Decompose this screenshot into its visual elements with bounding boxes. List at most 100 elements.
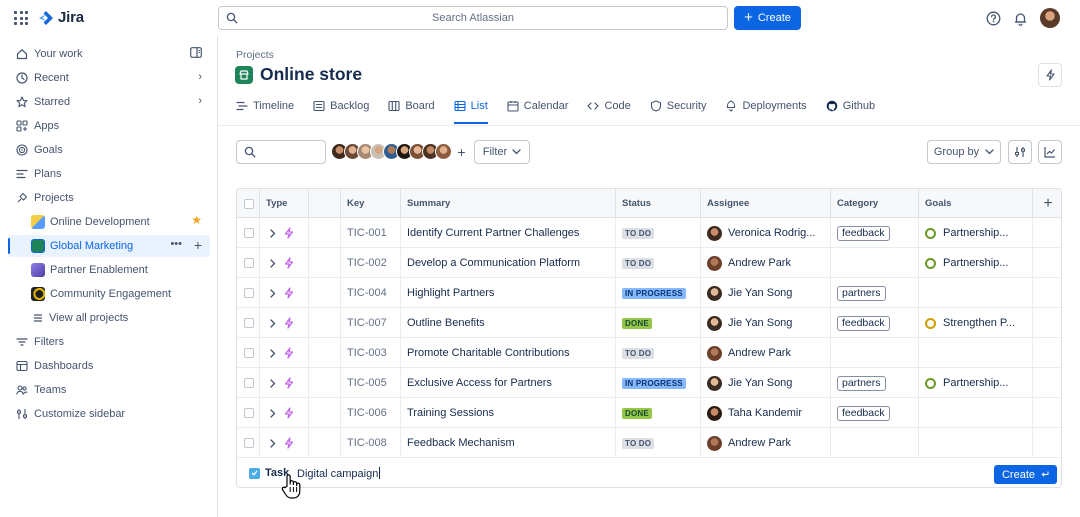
- sidebar-project-online-development[interactable]: Online Development ★: [8, 211, 210, 233]
- tab-github[interactable]: Github: [826, 96, 885, 116]
- category-cell[interactable]: partners: [831, 368, 919, 398]
- tab-list[interactable]: List: [453, 96, 498, 124]
- add-column-button[interactable]: +: [1033, 189, 1061, 218]
- column-header-goals[interactable]: Goals: [919, 189, 1033, 218]
- notifications-icon[interactable]: [1013, 11, 1028, 26]
- inline-create-button[interactable]: Create: [994, 465, 1057, 484]
- issue-summary[interactable]: Exclusive Access for Partners: [401, 368, 616, 398]
- sidebar-item-starred[interactable]: Starred ›: [8, 91, 210, 113]
- tab-calendar[interactable]: Calendar: [507, 96, 579, 116]
- issue-summary[interactable]: Training Sessions: [401, 398, 616, 428]
- issue-summary[interactable]: Identify Current Partner Challenges: [401, 218, 616, 248]
- assignee-cell[interactable]: Taha Kandemir: [701, 398, 831, 428]
- view-settings-button[interactable]: [1008, 140, 1032, 164]
- sidebar-item-goals[interactable]: Goals: [8, 139, 210, 161]
- group-by-button[interactable]: Group by: [927, 140, 1001, 164]
- issue-key[interactable]: TIC-008: [341, 428, 401, 458]
- goals-cell[interactable]: [919, 398, 1033, 428]
- row-checkbox[interactable]: [244, 228, 254, 238]
- tab-board[interactable]: Board: [388, 96, 444, 116]
- table-row[interactable]: TIC-004 Highlight Partners IN PROGRESS Jie …: [237, 278, 1061, 308]
- issue-summary[interactable]: Outline Benefits: [401, 308, 616, 338]
- sidebar-item-filters[interactable]: Filters: [8, 331, 210, 353]
- status-cell[interactable]: IN PROGRESS: [616, 368, 701, 398]
- sidebar-item-projects[interactable]: Projects: [8, 187, 210, 209]
- chevron-right-icon[interactable]: [270, 438, 276, 448]
- assignee-cell[interactable]: Andrew Park: [701, 248, 831, 278]
- category-cell[interactable]: [831, 338, 919, 368]
- select-all-checkbox[interactable]: [244, 198, 254, 209]
- new-issue-summary-input[interactable]: Digital campaign: [297, 467, 380, 480]
- assignee-cell[interactable]: Veronica Rodrig...: [701, 218, 831, 248]
- insights-button[interactable]: [1038, 140, 1062, 164]
- jira-logo[interactable]: Jira: [38, 9, 84, 26]
- add-icon[interactable]: +: [194, 237, 202, 253]
- table-row[interactable]: TIC-005 Exclusive Access for Partners IN P…: [237, 368, 1061, 398]
- sidebar-project-community-engagement[interactable]: Community Engagement: [8, 283, 210, 305]
- assignee-cell[interactable]: Jie Yan Song: [701, 368, 831, 398]
- row-checkbox[interactable]: [244, 258, 254, 268]
- column-header-summary[interactable]: Summary: [401, 189, 616, 218]
- row-checkbox[interactable]: [244, 318, 254, 328]
- sidebar-project-global-marketing[interactable]: Global Marketing ••• +: [8, 235, 210, 257]
- assignee-cell[interactable]: Andrew Park: [701, 338, 831, 368]
- chevron-right-icon[interactable]: [270, 378, 276, 388]
- status-cell[interactable]: DONE: [616, 308, 701, 338]
- row-checkbox[interactable]: [244, 288, 254, 298]
- column-header-type[interactable]: Type: [260, 189, 309, 218]
- sidebar-item-dashboards[interactable]: Dashboards: [8, 355, 210, 377]
- category-cell[interactable]: partners: [831, 278, 919, 308]
- category-cell[interactable]: feedback: [831, 218, 919, 248]
- table-row[interactable]: TIC-003 Promote Charitable Contributions T…: [237, 338, 1061, 368]
- sidebar-item-customize-sidebar[interactable]: Customize sidebar: [8, 403, 210, 425]
- breadcrumb[interactable]: Projects: [236, 49, 274, 61]
- row-checkbox[interactable]: [244, 438, 254, 448]
- status-cell[interactable]: TO DO: [616, 218, 701, 248]
- table-row[interactable]: TIC-008 Feedback Mechanism TO DO Andrew Par…: [237, 428, 1061, 458]
- table-row[interactable]: TIC-001 Identify Current Partner Challeng…: [237, 218, 1061, 248]
- tab-security[interactable]: Security: [650, 96, 717, 116]
- goals-cell[interactable]: Partnership...: [919, 368, 1033, 398]
- status-cell[interactable]: TO DO: [616, 428, 701, 458]
- issue-summary[interactable]: Develop a Communication Platform: [401, 248, 616, 278]
- sidebar-panel-icon[interactable]: [190, 47, 202, 61]
- category-cell[interactable]: feedback: [831, 398, 919, 428]
- category-cell[interactable]: [831, 428, 919, 458]
- issue-key[interactable]: TIC-004: [341, 278, 401, 308]
- column-header-key[interactable]: Key: [341, 189, 401, 218]
- sidebar-item-your-work[interactable]: Your work: [8, 43, 210, 65]
- row-checkbox[interactable]: [244, 348, 254, 358]
- chevron-right-icon[interactable]: ›: [198, 95, 202, 107]
- create-button[interactable]: + Create: [734, 6, 801, 30]
- automation-button[interactable]: [1038, 63, 1062, 87]
- issue-key[interactable]: TIC-003: [341, 338, 401, 368]
- chevron-right-icon[interactable]: [270, 228, 276, 238]
- sidebar-item-teams[interactable]: Teams: [8, 379, 210, 401]
- row-checkbox[interactable]: [244, 378, 254, 388]
- goals-cell[interactable]: [919, 428, 1033, 458]
- column-header-assignee[interactable]: Assignee: [701, 189, 831, 218]
- chevron-right-icon[interactable]: [270, 318, 276, 328]
- tab-timeline[interactable]: Timeline: [236, 96, 304, 116]
- assignee-cell[interactable]: Jie Yan Song: [701, 308, 831, 338]
- chevron-right-icon[interactable]: [270, 348, 276, 358]
- issue-summary[interactable]: Promote Charitable Contributions: [401, 338, 616, 368]
- avatar[interactable]: [435, 143, 452, 160]
- list-search-input[interactable]: [236, 140, 326, 164]
- chevron-right-icon[interactable]: [270, 288, 276, 298]
- issue-key[interactable]: TIC-006: [341, 398, 401, 428]
- assignee-cell[interactable]: Andrew Park: [701, 428, 831, 458]
- column-header-status[interactable]: Status: [616, 189, 701, 218]
- issue-summary[interactable]: Highlight Partners: [401, 278, 616, 308]
- issue-key[interactable]: TIC-007: [341, 308, 401, 338]
- tab-deployments[interactable]: Deployments: [725, 96, 816, 116]
- category-cell[interactable]: [831, 248, 919, 278]
- assignee-cell[interactable]: Jie Yan Song: [701, 278, 831, 308]
- status-cell[interactable]: TO DO: [616, 338, 701, 368]
- goals-cell[interactable]: [919, 278, 1033, 308]
- chevron-right-icon[interactable]: [270, 258, 276, 268]
- row-checkbox[interactable]: [244, 408, 254, 418]
- status-cell[interactable]: TO DO: [616, 248, 701, 278]
- tab-code[interactable]: Code: [587, 96, 640, 116]
- starred-star-icon[interactable]: ★: [191, 213, 202, 227]
